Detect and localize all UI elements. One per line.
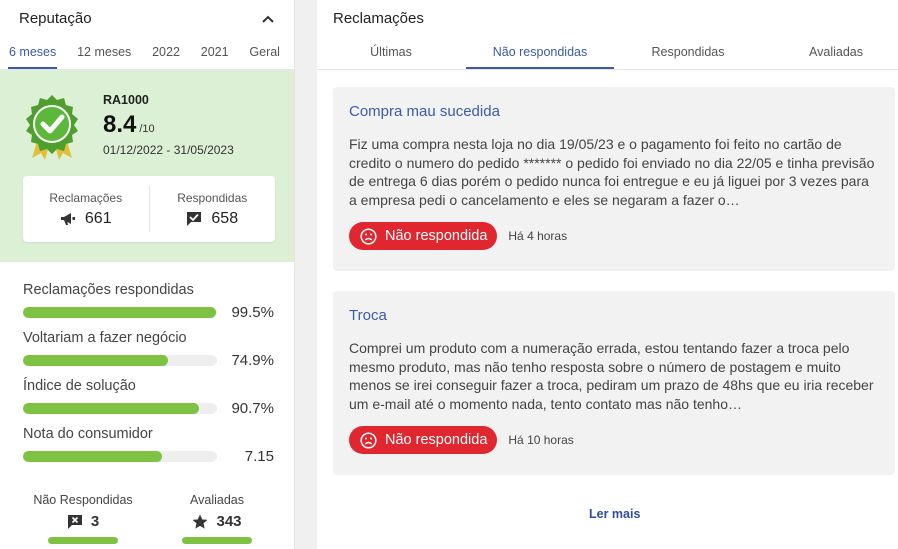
- score-max: /10: [139, 123, 155, 135]
- tab-avaliadas[interactable]: Avaliadas: [786, 36, 886, 69]
- reputation-panel: Reputação 6 meses 12 meses 2022 2021 Ger…: [0, 0, 295, 549]
- score-value: 8.4: [103, 111, 137, 138]
- metric-bar-track: [23, 451, 217, 462]
- status-badge: Não respondida: [349, 426, 498, 454]
- status-badge: Não respondida: [349, 222, 498, 250]
- metric-bar-fill: [23, 403, 199, 414]
- status-text: Não respondida: [385, 228, 488, 244]
- metric-label: Reclamações respondidas: [23, 282, 194, 298]
- tab-ultimas[interactable]: Últimas: [342, 36, 440, 69]
- counts-card: Reclamações 661 Respondidas 658: [23, 176, 275, 242]
- complaints-panel: Reclamações Últimas Não respondidas Resp…: [317, 0, 898, 549]
- complaint-title[interactable]: Troca: [349, 307, 878, 324]
- complaint-card[interactable]: Troca Comprei um produto com a numeração…: [333, 291, 895, 475]
- metric-label: Nota do consumidor: [23, 426, 153, 442]
- ra1000-seal-icon: [24, 94, 80, 160]
- complaint-time: Há 10 horas: [508, 433, 574, 447]
- sad-face-icon: [360, 431, 377, 449]
- metrics-list: Reclamações respondidas 99.5% Voltariam …: [0, 262, 294, 465]
- date-range: 01/12/2022 - 31/05/2023: [103, 143, 234, 157]
- metric-bar-fill: [23, 307, 217, 318]
- metric-bar-track: [23, 355, 217, 366]
- tab-respondidas[interactable]: Respondidas: [614, 36, 762, 69]
- unanswered-icon: [67, 514, 82, 529]
- sad-face-icon: [360, 227, 377, 245]
- complaints-title: Reclamações: [333, 9, 424, 27]
- period-tab-12-meses[interactable]: 12 meses: [76, 36, 132, 69]
- star-icon: [192, 514, 208, 529]
- answered-count-value-row: 658: [186, 210, 238, 228]
- chevron-up-icon[interactable]: [262, 11, 274, 26]
- unanswered-label: Não Respondidas: [33, 493, 133, 507]
- complaint-text: Fiz uma compra nesta loja no dia 19/05/2…: [349, 136, 875, 208]
- reputation-header[interactable]: Reputação: [0, 0, 294, 36]
- metric-label: Voltariam a fazer negócio: [23, 330, 187, 346]
- period-tabs: 6 meses 12 meses 2022 2021 Geral: [0, 36, 294, 70]
- read-more-link[interactable]: Ler mais: [589, 507, 640, 521]
- metric-item: Nota do consumidor 7.15: [23, 426, 274, 465]
- period-tab-6-meses[interactable]: 6 meses: [8, 36, 58, 69]
- answered-count: Respondidas 658: [148, 186, 276, 232]
- period-tab-geral[interactable]: Geral: [248, 36, 281, 69]
- answered-count-value: 658: [211, 209, 239, 227]
- megaphone-icon: [60, 212, 75, 225]
- complaint-time: Há 4 horas: [508, 229, 568, 243]
- rated-value: 343: [216, 513, 242, 530]
- metric-item: Voltariam a fazer negócio 74.9%: [23, 330, 274, 369]
- complaints-count-value-row: 661: [60, 210, 112, 228]
- metric-bar-fill: [23, 355, 169, 366]
- bottom-stats: Não Respondidas 3 Avaliadas 343: [0, 474, 294, 544]
- metric-item: Índice de solução 90.7%: [23, 378, 274, 417]
- complaints-list: Compra mau sucedida Fiz uma compra nesta…: [317, 71, 898, 549]
- metric-value: 99.5%: [231, 304, 274, 321]
- metric-bar-track: [23, 403, 217, 414]
- complaints-tabs: Últimas Não respondidas Respondidas Aval…: [317, 36, 898, 70]
- metric-item: Reclamações respondidas 99.5%: [23, 282, 274, 321]
- complaint-title[interactable]: Compra mau sucedida: [349, 103, 878, 120]
- period-tab-2022[interactable]: 2022: [151, 36, 181, 69]
- complaints-count-value: 661: [84, 209, 112, 227]
- metric-label: Índice de solução: [23, 378, 136, 394]
- period-tab-2021[interactable]: 2021: [200, 36, 230, 69]
- answered-count-label: Respondidas: [177, 190, 248, 205]
- rated-bar: [182, 537, 252, 544]
- rated-label: Avaliadas: [190, 493, 244, 507]
- answered-chat-icon: [187, 211, 202, 226]
- metric-value: 74.9%: [231, 352, 274, 369]
- reputation-title: Reputação: [19, 9, 92, 27]
- metric-bar-fill: [23, 451, 162, 462]
- ra-label: RA1000: [103, 93, 149, 107]
- complaint-status-row: Não respondida Há 10 horas: [349, 426, 878, 454]
- complaints-count-label: Reclamações: [49, 190, 123, 205]
- score-line: 8.4 /10: [103, 111, 234, 139]
- score-box: RA1000 8.4 /10 01/12/2022 - 31/05/2023 R…: [0, 70, 294, 262]
- complaint-card[interactable]: Compra mau sucedida Fiz uma compra nesta…: [333, 87, 895, 271]
- tab-nao-respondidas[interactable]: Não respondidas: [466, 36, 614, 69]
- complaint-text: Comprei um produto com a numeração errad…: [349, 340, 874, 412]
- complaints-count: Reclamações 661: [23, 176, 149, 242]
- rated-stat[interactable]: Avaliadas 343: [159, 493, 275, 544]
- metric-value: 90.7%: [231, 400, 274, 417]
- unanswered-stat[interactable]: Não Respondidas 3: [25, 493, 141, 544]
- status-text: Não respondida: [385, 432, 488, 448]
- complaint-status-row: Não respondida Há 4 horas: [349, 222, 878, 250]
- metric-bar-track: [23, 307, 217, 318]
- score-info: RA1000 8.4 /10 01/12/2022 - 31/05/2023: [103, 93, 234, 157]
- metric-value: 7.15: [244, 448, 274, 465]
- unanswered-value: 3: [90, 513, 100, 530]
- unanswered-bar: [48, 537, 118, 544]
